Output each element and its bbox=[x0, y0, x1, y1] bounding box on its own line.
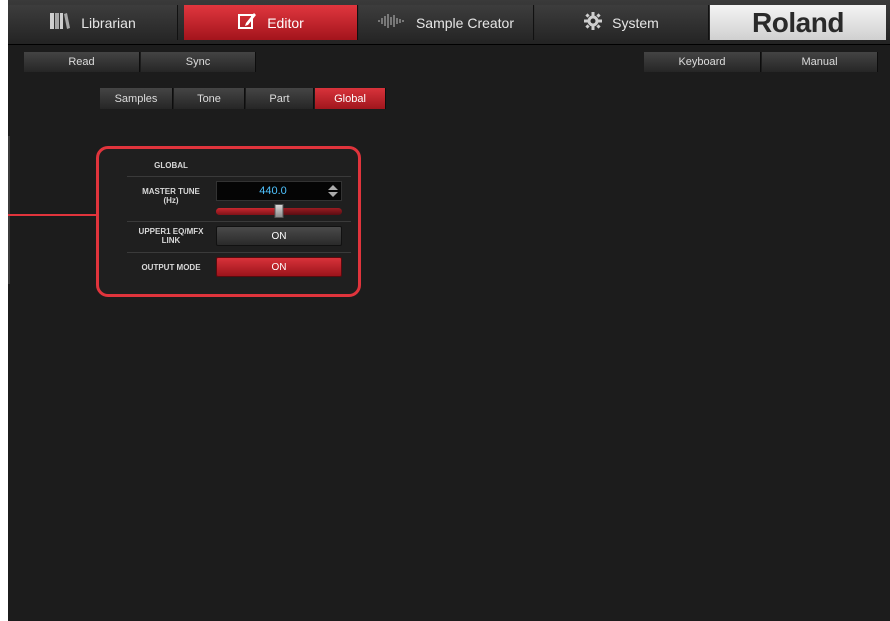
master-tune-label-line1: MASTER TUNE bbox=[142, 187, 200, 196]
edit-icon bbox=[237, 11, 257, 34]
slider-fill bbox=[216, 208, 279, 215]
gear-icon bbox=[584, 12, 603, 33]
subtab-part[interactable]: Part bbox=[246, 88, 314, 109]
upper1-link-label-line2: LINK bbox=[161, 236, 181, 245]
subtab-global[interactable]: Global bbox=[315, 88, 386, 109]
divider bbox=[127, 221, 351, 222]
tab-editor[interactable]: Editor bbox=[184, 5, 358, 40]
top-navigation: Librarian Editor Sample Creator System R… bbox=[8, 0, 890, 45]
divider bbox=[127, 176, 351, 177]
spin-up-icon[interactable] bbox=[328, 185, 338, 190]
tab-editor-label: Editor bbox=[267, 14, 304, 31]
books-icon bbox=[49, 11, 71, 34]
master-tune-field[interactable]: 440.0 bbox=[216, 181, 342, 201]
app-window: Librarian Editor Sample Creator System R… bbox=[8, 0, 890, 621]
waveform-icon bbox=[378, 14, 406, 31]
subtab-tone[interactable]: Tone bbox=[174, 88, 245, 109]
output-mode-label: OUTPUT MODE bbox=[141, 263, 201, 272]
upper1-link-label-line1: UPPER1 EQ/MFX bbox=[138, 227, 204, 236]
master-tune-label: MASTER TUNE (Hz) bbox=[127, 187, 215, 205]
output-mode-toggle[interactable]: ON bbox=[216, 257, 342, 277]
roland-logo: Roland bbox=[710, 5, 886, 40]
slider-thumb[interactable] bbox=[274, 204, 284, 218]
tab-sample-creator[interactable]: Sample Creator bbox=[359, 5, 534, 40]
spin-down-icon[interactable] bbox=[328, 192, 338, 197]
left-divider bbox=[8, 136, 10, 284]
tab-system[interactable]: System bbox=[535, 5, 709, 40]
tab-sample-creator-label: Sample Creator bbox=[415, 14, 515, 31]
upper1-link-toggle[interactable]: ON bbox=[216, 226, 342, 246]
tab-librarian-label: Librarian bbox=[81, 14, 136, 31]
upper1-link-label: UPPER1 EQ/MFX LINK bbox=[127, 227, 215, 245]
read-button[interactable]: Read bbox=[24, 52, 140, 72]
sync-button[interactable]: Sync bbox=[141, 52, 256, 72]
subtab-samples[interactable]: Samples bbox=[100, 88, 173, 109]
tab-system-label: System bbox=[612, 14, 659, 31]
brand-name: Roland bbox=[752, 6, 844, 38]
manual-button[interactable]: Manual bbox=[762, 52, 878, 72]
callout-line bbox=[8, 214, 96, 216]
master-tune-value: 440.0 bbox=[259, 185, 287, 197]
tab-librarian[interactable]: Librarian bbox=[8, 5, 178, 40]
global-title: GLOBAL bbox=[154, 161, 188, 170]
keyboard-button[interactable]: Keyboard bbox=[644, 52, 761, 72]
master-tune-slider[interactable] bbox=[216, 204, 342, 218]
global-panel: GLOBAL MASTER TUNE (Hz) 440.0 UPPER1 EQ/… bbox=[96, 146, 361, 297]
master-tune-label-line2: (Hz) bbox=[163, 196, 179, 205]
divider bbox=[127, 252, 351, 253]
